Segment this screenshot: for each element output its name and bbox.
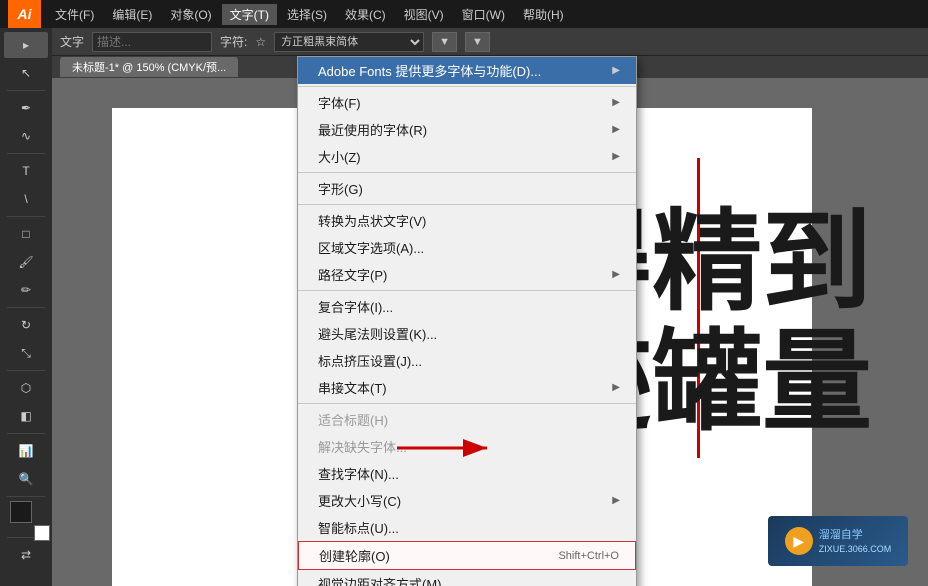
- tool-separator-6: [7, 433, 45, 434]
- background-color[interactable]: [34, 525, 50, 541]
- toolbar2-btn2[interactable]: ▼: [465, 32, 490, 52]
- menu-file[interactable]: 文件(F): [47, 4, 102, 25]
- app-logo: Ai: [8, 0, 41, 28]
- menu-effect[interactable]: 效果(C): [337, 4, 394, 25]
- tool-zoom[interactable]: 🔍: [4, 466, 48, 492]
- tool-swap-colors[interactable]: ⇄: [4, 542, 48, 568]
- tool-blend[interactable]: ⬡: [4, 375, 48, 401]
- watermark-line2: ZIXUE.3066.COM: [819, 544, 892, 554]
- menu-sep-5: [298, 403, 636, 404]
- menu-item-fit-headline: 适合标题(H): [298, 406, 636, 433]
- foreground-color[interactable]: [10, 501, 32, 523]
- document-tab[interactable]: 未标题-1* @ 150% (CMYK/预...: [60, 57, 238, 77]
- tool-chart[interactable]: 📊: [4, 438, 48, 464]
- arrow-icon-thread: ▶: [612, 382, 620, 393]
- menu-object[interactable]: 对象(O): [162, 4, 219, 25]
- toolbar2-font-label: ☆: [255, 35, 266, 49]
- menu-item-size[interactable]: 大小(Z) ▶: [298, 143, 636, 170]
- text-menu: Adobe Fonts 提供更多字体与功能(D)... ▶ 字体(F) ▶ 最近…: [297, 56, 637, 586]
- color-swatches[interactable]: [10, 501, 42, 533]
- shortcut-create-outline: Shift+Ctrl+O: [558, 550, 619, 562]
- menu-item-smart-punct[interactable]: 智能标点(U)...: [298, 514, 636, 541]
- menu-item-punct-compress[interactable]: 标点挤压设置(J)...: [298, 347, 636, 374]
- tool-separator-5: [7, 370, 45, 371]
- app-body: ▸ ↖ ✒ ∿ T \ □ 🖌 ✏ ↻ ⤡ ⬡ ◧ 📊 🔍 ⇄ 文字: [0, 28, 928, 586]
- tool-line[interactable]: \: [4, 186, 48, 212]
- tool-separator-7: [7, 496, 45, 497]
- arrow-icon: ▶: [612, 65, 620, 76]
- tool-separator-2: [7, 153, 45, 154]
- tool-gradient[interactable]: ◧: [4, 403, 48, 429]
- menu-item-convert-point[interactable]: 转换为点状文字(V): [298, 207, 636, 234]
- menu-item-area-options[interactable]: 区域文字选项(A)...: [298, 234, 636, 261]
- menu-item-adobe-fonts[interactable]: Adobe Fonts 提供更多字体与功能(D)... ▶: [298, 57, 636, 84]
- arrow-icon-size: ▶: [612, 151, 620, 162]
- watermark-text-block: 溜溜自学 ZIXUE.3066.COM: [819, 528, 892, 553]
- tool-paintbrush[interactable]: 🖌: [4, 249, 48, 275]
- menu-view[interactable]: 视图(V): [396, 4, 452, 25]
- watermark-line1: 溜溜自学: [819, 528, 892, 543]
- tool-separator-3: [7, 216, 45, 217]
- menu-item-composite[interactable]: 复合字体(I)...: [298, 293, 636, 320]
- tool-scale[interactable]: ⤡: [4, 340, 48, 366]
- arrow-icon-font: ▶: [612, 97, 620, 108]
- menu-item-create-outline[interactable]: 创建轮廓(O) Shift+Ctrl+O: [298, 541, 636, 570]
- properties-bar: 文字 字符: ☆ 方正粗黑束简体 ▼ ▼: [52, 28, 928, 56]
- arrow-icon-case: ▶: [612, 495, 620, 506]
- menu-item-font[interactable]: 字体(F) ▶: [298, 89, 636, 116]
- menu-sep-1: [298, 86, 636, 87]
- menu-item-find-font[interactable]: 查找字体(N)...: [298, 460, 636, 487]
- main-area: 文字 字符: ☆ 方正粗黑束简体 ▼ ▼ 未标题-1* @ 150% (CMYK…: [52, 28, 928, 586]
- menu-item-hanging[interactable]: 避头尾法则设置(K)...: [298, 320, 636, 347]
- menu-item-recent-fonts[interactable]: 最近使用的字体(R) ▶: [298, 116, 636, 143]
- tool-curvature[interactable]: ∿: [4, 123, 48, 149]
- menu-sep-4: [298, 290, 636, 291]
- tool-separator-4: [7, 307, 45, 308]
- watermark: ▶ 溜溜自学 ZIXUE.3066.COM: [768, 516, 908, 566]
- font-select[interactable]: 方正粗黑束简体: [274, 32, 424, 52]
- menu-help[interactable]: 帮助(H): [515, 4, 572, 25]
- menu-item-thread-text[interactable]: 串接文本(T) ▶: [298, 374, 636, 401]
- tool-pen[interactable]: ✒: [4, 95, 48, 121]
- toolbar2-btn1[interactable]: ▼: [432, 32, 457, 52]
- tool-direct-select[interactable]: ↖: [4, 60, 48, 86]
- tool-select[interactable]: ▸: [4, 32, 48, 58]
- menu-window[interactable]: 窗口(W): [454, 4, 513, 25]
- menu-item-resolve-missing: 解决缺失字体...: [298, 433, 636, 460]
- menu-bar: 文件(F) 编辑(E) 对象(O) 文字(T) 选择(S) 效果(C) 视图(V…: [47, 4, 920, 25]
- menu-edit[interactable]: 编辑(E): [104, 4, 160, 25]
- arrow-icon-path: ▶: [612, 269, 620, 280]
- menu-select[interactable]: 选择(S): [279, 4, 335, 25]
- toolbar2-input[interactable]: [92, 32, 212, 52]
- watermark-play-icon: ▶: [785, 527, 813, 555]
- title-bar: Ai 文件(F) 编辑(E) 对象(O) 文字(T) 选择(S) 效果(C) 视…: [0, 0, 928, 28]
- arrow-icon-recent: ▶: [612, 124, 620, 135]
- toolbar2-char-label: 字符:: [220, 33, 247, 50]
- left-toolbar: ▸ ↖ ✒ ∿ T \ □ 🖌 ✏ ↻ ⤡ ⬡ ◧ 📊 🔍 ⇄: [0, 28, 52, 586]
- menu-item-change-case[interactable]: 更改大小写(C) ▶: [298, 487, 636, 514]
- tool-rotate[interactable]: ↻: [4, 312, 48, 338]
- menu-sep-3: [298, 204, 636, 205]
- tool-pencil[interactable]: ✏: [4, 277, 48, 303]
- tool-text[interactable]: T: [4, 158, 48, 184]
- menu-sep-2: [298, 172, 636, 173]
- toolbar2-label: 文字: [60, 33, 84, 50]
- tool-rect[interactable]: □: [4, 221, 48, 247]
- menu-item-path-text[interactable]: 路径文字(P) ▶: [298, 261, 636, 288]
- menu-text[interactable]: 文字(T): [222, 4, 277, 25]
- tool-separator-1: [7, 90, 45, 91]
- menu-item-glyphs[interactable]: 字形(G): [298, 175, 636, 202]
- menu-item-optical-margin[interactable]: 视觉边距对齐方式(M): [298, 570, 636, 586]
